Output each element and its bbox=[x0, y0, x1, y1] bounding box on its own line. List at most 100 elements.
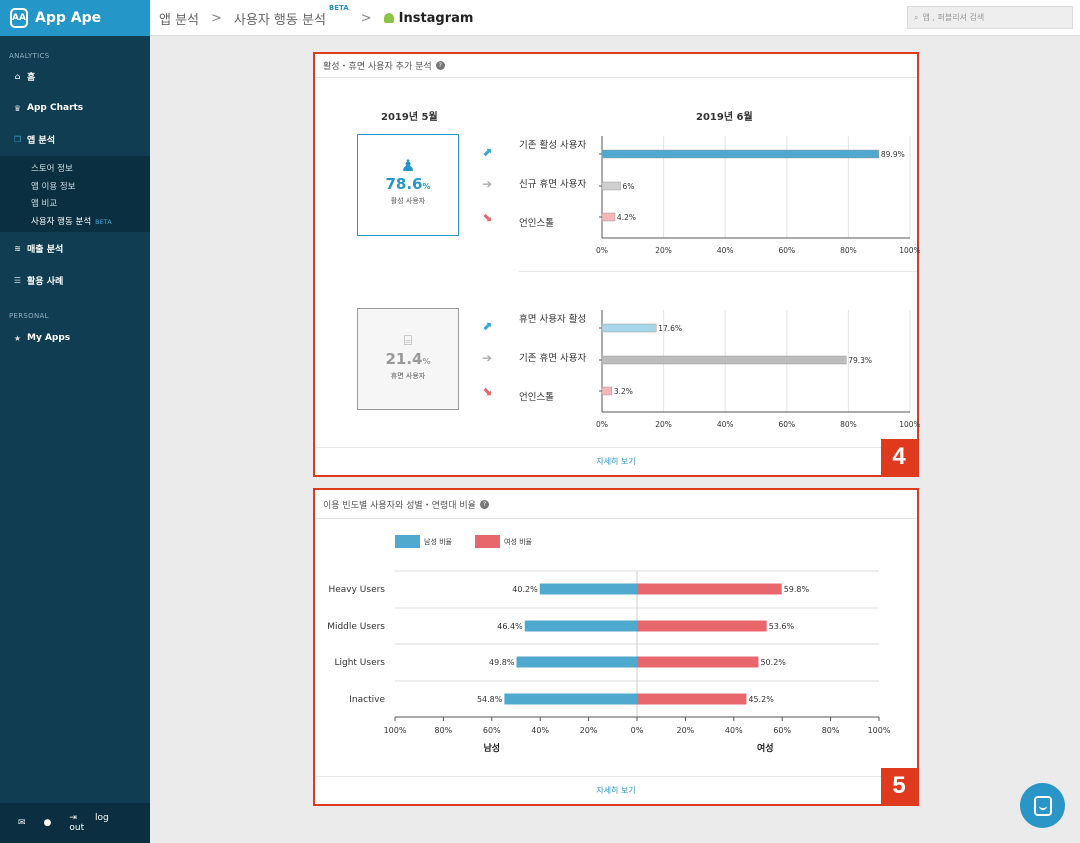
copy-icon: ❐ bbox=[13, 134, 22, 144]
arrow-right-icon: ➔ bbox=[482, 351, 493, 365]
tick-label: 60% bbox=[778, 246, 795, 255]
category-label: Middle Users bbox=[327, 622, 385, 632]
category-label: Inactive bbox=[349, 695, 385, 705]
submenu-app-compare[interactable]: 앱 비교 bbox=[0, 196, 150, 214]
data-label: 17.6% bbox=[658, 324, 682, 333]
mail-icon[interactable]: ✉ bbox=[18, 818, 26, 828]
app-analysis-submenu: 스토어 정보 앱 이용 정보 앱 비교 사용자 행동 분석 BETA bbox=[0, 156, 150, 232]
tick-label: 20% bbox=[655, 246, 672, 255]
category-label: Light Users bbox=[334, 658, 385, 668]
nav-cases[interactable]: ☰ 활용 사례 bbox=[0, 272, 150, 288]
tick-label: 80% bbox=[840, 420, 857, 429]
tick-label: 20% bbox=[677, 726, 695, 735]
row-label: 언인스톨 bbox=[519, 218, 554, 229]
active-users-chart: 0% 20% 40% 60% 80% 100% 89.9% 6% 4.2% bbox=[596, 136, 920, 255]
nav-home-label: 홈 bbox=[27, 72, 36, 83]
arrow-down-right-icon: ⬊ bbox=[482, 210, 493, 224]
submenu-user-behavior[interactable]: 사용자 행동 분석 BETA bbox=[0, 214, 150, 232]
legend-male-label: 남성 비율 bbox=[424, 537, 452, 546]
data-label: 50.2% bbox=[760, 658, 786, 667]
chevron-right-icon: > bbox=[360, 10, 372, 26]
legend-female: 여성 비율 bbox=[475, 535, 532, 548]
tick-label: 100% bbox=[899, 246, 920, 255]
nav-app-analysis[interactable]: ❐ 앱 분석 bbox=[0, 131, 150, 147]
month-prev: 2019년 5월 bbox=[381, 112, 438, 123]
card-title: 이용 빈도별 사용자와 성별・연령대 비율? bbox=[315, 490, 917, 519]
top-bar: 앱 분석 > 사용자 행동 분석BETA > Instagram ⌕ 앱 , 퍼블… bbox=[150, 0, 1080, 36]
bar-female bbox=[637, 583, 782, 595]
section-personal: PERSONAL bbox=[9, 312, 49, 320]
submenu-app-usage[interactable]: 앱 이용 정보 bbox=[0, 179, 150, 197]
more-link[interactable]: 자세히 보기 bbox=[315, 776, 917, 804]
person-icon: ♟ bbox=[400, 156, 416, 175]
nav-my-apps[interactable]: ★ My Apps bbox=[0, 330, 150, 346]
nav-sales-label: 매출 분석 bbox=[27, 244, 64, 255]
breadcrumb-app-analysis[interactable]: 앱 분석 bbox=[159, 9, 199, 28]
nav-app-analysis-label: 앱 분석 bbox=[27, 135, 55, 146]
home-icon: ⌂ bbox=[14, 71, 21, 81]
submenu-user-behavior-label: 사용자 행동 분석 bbox=[31, 216, 92, 227]
tick-label: 100% bbox=[384, 726, 407, 735]
app-ape-logo[interactable]: AA App Ape bbox=[0, 0, 150, 36]
data-label: 40.2% bbox=[512, 585, 538, 594]
active-dormant-card: 활성・휴면 사용자 추가 분석? 2019년 5월 2019년 6월 ♟ 78.… bbox=[313, 52, 920, 477]
tick-label: 40% bbox=[717, 420, 734, 429]
breadcrumb-user-behavior[interactable]: 사용자 행동 분석BETA bbox=[234, 4, 349, 28]
active-percent-unit: % bbox=[422, 182, 431, 191]
data-label: 45.2% bbox=[748, 695, 774, 704]
bar-female bbox=[637, 693, 747, 705]
more-link[interactable]: 자세히 보기 bbox=[315, 447, 917, 475]
user-icon[interactable]: ● bbox=[44, 818, 52, 828]
row-label: 휴면 사용자 활성 bbox=[519, 314, 587, 325]
card-title-text: 활성・휴면 사용자 추가 분석 bbox=[323, 62, 432, 72]
star-icon: ★ bbox=[13, 333, 22, 343]
legend-swatch bbox=[475, 535, 500, 548]
bed-icon: ⌸ bbox=[403, 333, 413, 349]
tick-label: 40% bbox=[717, 246, 734, 255]
frequency-gender-card: 이용 빈도별 사용자와 성별・연령대 비율? 남성 비율 여성 비율 100% 8… bbox=[313, 488, 919, 806]
sidebar-footer: ✉ ● ⇥ log out bbox=[0, 803, 150, 843]
dormant-label: 휴면 사용자 bbox=[390, 372, 426, 380]
search-input[interactable]: ⌕ 앱 , 퍼블리셔 검색 bbox=[907, 6, 1073, 29]
beta-badge: BETA bbox=[95, 217, 112, 226]
nav-app-charts-label: App Charts bbox=[27, 103, 84, 113]
bar bbox=[601, 149, 880, 159]
submenu-store-info[interactable]: 스토어 정보 bbox=[0, 161, 150, 179]
month-next: 2019년 6월 bbox=[696, 112, 753, 123]
tick-label: 20% bbox=[580, 726, 598, 735]
dormant-percent-unit: % bbox=[422, 357, 431, 366]
chat-button[interactable] bbox=[1020, 783, 1065, 828]
tick-label: 20% bbox=[655, 420, 672, 429]
active-percent-value: 78.6 bbox=[385, 175, 423, 193]
list-icon: ☰ bbox=[13, 275, 22, 285]
tick-label: 60% bbox=[483, 726, 501, 735]
sidebar: AA App Ape ANALYTICS ⌂ 홈 ♛ App Charts ❐ 앱 분석… bbox=[0, 0, 150, 843]
nav-sales[interactable]: ≋ 매출 분석 bbox=[0, 240, 150, 256]
data-label: 4.2% bbox=[617, 213, 636, 222]
bar bbox=[601, 355, 847, 365]
data-label: 54.8% bbox=[477, 695, 503, 704]
bar bbox=[601, 181, 621, 191]
row-label: 신규 휴면 사용자 bbox=[519, 179, 587, 190]
frequency-gender-chart: 100% 80% 60% 40% 20% 0% 20% 40% 60% 80% 100% Heavy … bbox=[327, 570, 891, 754]
app-ape-logo-icon: AA bbox=[10, 8, 28, 28]
bar-male bbox=[539, 583, 637, 595]
card-title: 활성・휴면 사용자 추가 분석? bbox=[315, 54, 917, 78]
nav-app-charts[interactable]: ♛ App Charts bbox=[0, 100, 150, 116]
android-icon bbox=[383, 13, 394, 23]
search-icon: ⌕ bbox=[914, 12, 919, 22]
data-label: 89.9% bbox=[881, 150, 905, 159]
tick-label: 100% bbox=[868, 726, 891, 735]
trophy-icon: ♛ bbox=[13, 103, 22, 113]
legend-male: 남성 비율 bbox=[395, 535, 452, 548]
bar-female bbox=[637, 656, 759, 668]
nav-home[interactable]: ⌂ 홈 bbox=[0, 68, 150, 84]
tick-label: 80% bbox=[840, 246, 857, 255]
step-badge: 5 bbox=[881, 768, 917, 804]
help-icon[interactable]: ? bbox=[479, 499, 489, 509]
legend-female-label: 여성 비율 bbox=[504, 537, 532, 546]
data-label: 6% bbox=[622, 182, 634, 191]
logout-link[interactable]: ⇥ log out bbox=[69, 813, 132, 833]
arrow-right-icon: ➔ bbox=[482, 177, 493, 191]
help-icon[interactable]: ? bbox=[435, 61, 445, 70]
